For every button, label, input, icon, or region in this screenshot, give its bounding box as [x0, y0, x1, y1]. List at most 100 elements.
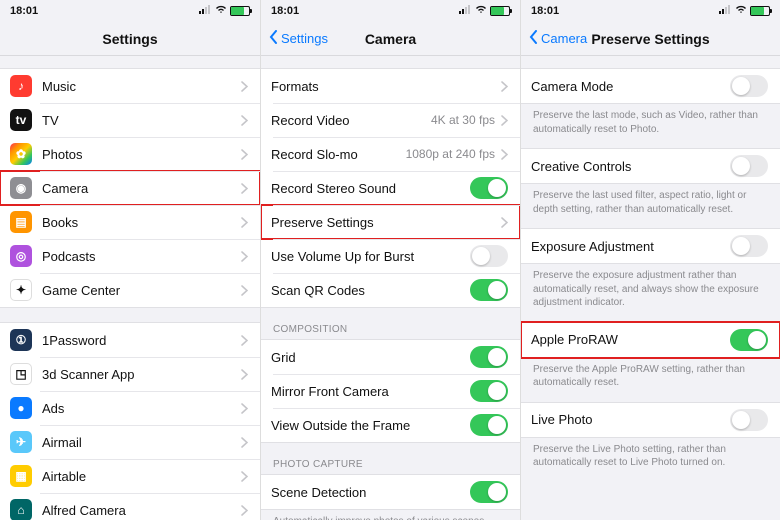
chevron-left-icon — [529, 30, 539, 47]
section-header-composition: COMPOSITION — [261, 308, 520, 339]
status-icons — [459, 5, 510, 17]
chevron-right-icon — [241, 285, 248, 296]
toggle-grid[interactable] — [470, 346, 508, 368]
chevron-right-icon — [501, 217, 508, 228]
app-icon: ① — [10, 329, 32, 351]
toggle-mirror-front-camera[interactable] — [470, 380, 508, 402]
row-label: Record Stereo Sound — [271, 181, 470, 196]
app-icon: ● — [10, 397, 32, 419]
settings-row-podcasts[interactable]: ◎Podcasts — [0, 239, 260, 273]
screen-preserve-settings: 18:01 Camera Preserve Settings Camera Mo… — [520, 0, 780, 520]
back-button[interactable]: Settings — [269, 30, 328, 47]
row-label: Use Volume Up for Burst — [271, 249, 470, 264]
settings-row-record-video[interactable]: Record Video4K at 30 fps — [261, 103, 520, 137]
row-label: Scan QR Codes — [271, 283, 470, 298]
toggle-camera-mode[interactable] — [730, 75, 768, 97]
row-label: Photos — [42, 147, 241, 162]
app-icon: ▤ — [10, 211, 32, 233]
row-label: Grid — [271, 350, 470, 365]
settings-row-tv[interactable]: tvTV — [0, 103, 260, 137]
settings-row-live-photo[interactable]: Live Photo — [521, 403, 780, 437]
settings-row-alfred-camera[interactable]: ⌂Alfred Camera — [0, 493, 260, 520]
preserve-settings-list[interactable]: Camera ModePreserve the last mode, such … — [521, 56, 780, 520]
nav-bar: Camera Preserve Settings — [521, 22, 780, 56]
cellular-icon — [719, 5, 732, 17]
settings-row-exposure-adjustment[interactable]: Exposure Adjustment — [521, 229, 780, 263]
settings-row-creative-controls[interactable]: Creative Controls — [521, 149, 780, 183]
row-detail: 4K at 30 fps — [431, 113, 495, 127]
toggle-view-outside-the-frame[interactable] — [470, 414, 508, 436]
chevron-right-icon — [241, 505, 248, 516]
settings-row-1password[interactable]: ① 1Password — [0, 323, 260, 357]
settings-row-camera-mode[interactable]: Camera Mode — [521, 69, 780, 103]
settings-row-airmail[interactable]: ✈Airmail — [0, 425, 260, 459]
cellular-icon — [459, 5, 472, 17]
toggle-apple-proraw[interactable] — [730, 329, 768, 351]
toggle-exposure-adjustment[interactable] — [730, 235, 768, 257]
chevron-right-icon — [241, 335, 248, 346]
chevron-left-icon — [269, 30, 279, 47]
settings-row-apple-proraw[interactable]: Apple ProRAW — [521, 323, 780, 357]
settings-row-preserve-settings[interactable]: Preserve Settings — [261, 205, 520, 239]
settings-row-ads[interactable]: ●Ads — [0, 391, 260, 425]
settings-row-use-volume-up-for-burst[interactable]: Use Volume Up for Burst — [261, 239, 520, 273]
toggle-use-volume-up-for-burst[interactable] — [470, 245, 508, 267]
status-icons — [199, 5, 250, 17]
settings-row-airtable[interactable]: ▦Airtable — [0, 459, 260, 493]
settings-row-view-outside-the-frame[interactable]: View Outside the Frame — [261, 408, 520, 442]
back-button[interactable]: Camera — [529, 30, 587, 47]
row-label: Alfred Camera — [42, 503, 241, 518]
settings-row-scene-detection[interactable]: Scene Detection — [261, 475, 520, 509]
app-icon: ◎ — [10, 245, 32, 267]
app-icon: ✿ — [10, 143, 32, 165]
settings-row-books[interactable]: ▤Books — [0, 205, 260, 239]
scene-detection-note: Automatically improve photos of various … — [261, 510, 520, 520]
settings-row-3d-scanner-app[interactable]: ◳3d Scanner App — [0, 357, 260, 391]
toggle-scene-detection[interactable] — [470, 481, 508, 503]
row-label: Camera — [42, 181, 241, 196]
section-header-photo-capture: PHOTO CAPTURE — [261, 443, 520, 474]
row-label: 1Password — [42, 333, 241, 348]
row-label: Live Photo — [531, 412, 730, 427]
status-bar: 18:01 — [521, 0, 780, 22]
row-label: Preserve Settings — [271, 215, 501, 230]
settings-row-mirror-front-camera[interactable]: Mirror Front Camera — [261, 374, 520, 408]
row-label: View Outside the Frame — [271, 418, 470, 433]
toggle-live-photo[interactable] — [730, 409, 768, 431]
screen-settings: 18:01 Settings ♪MusictvTV✿Photos◉Camera▤… — [0, 0, 260, 520]
page-title: Settings — [102, 31, 157, 47]
settings-row-record-slo-mo[interactable]: Record Slo-mo1080p at 240 fps — [261, 137, 520, 171]
chevron-right-icon — [241, 369, 248, 380]
battery-icon — [230, 6, 250, 16]
settings-row-game-center[interactable]: ✦Game Center — [0, 273, 260, 307]
battery-icon — [750, 6, 770, 16]
camera-settings-list[interactable]: FormatsRecord Video4K at 30 fpsRecord Sl… — [261, 56, 520, 520]
settings-row-scan-qr-codes[interactable]: Scan QR Codes — [261, 273, 520, 307]
status-icons — [719, 5, 770, 17]
app-icon: tv — [10, 109, 32, 131]
settings-row-music[interactable]: ♪Music — [0, 69, 260, 103]
wifi-icon — [475, 5, 487, 17]
row-note: Preserve the last used filter, aspect ra… — [521, 184, 780, 218]
wifi-icon — [215, 5, 227, 17]
chevron-right-icon — [241, 81, 248, 92]
status-bar: 18:01 — [0, 0, 260, 22]
toggle-scan-qr-codes[interactable] — [470, 279, 508, 301]
settings-row-photos[interactable]: ✿ Photos — [0, 137, 260, 171]
app-icon: ◳ — [10, 363, 32, 385]
row-label: Apple ProRAW — [531, 332, 730, 347]
toggle-creative-controls[interactable] — [730, 155, 768, 177]
settings-row-record-stereo-sound[interactable]: Record Stereo Sound — [261, 171, 520, 205]
row-label: Mirror Front Camera — [271, 384, 470, 399]
settings-list[interactable]: ♪MusictvTV ✿ Photos ◉Camera▤Books◎Podcasts✦… — [0, 56, 260, 520]
row-note: Preserve the last mode, such as Video, r… — [521, 104, 780, 138]
chevron-right-icon — [241, 183, 248, 194]
app-icon: ✈ — [10, 431, 32, 453]
toggle-record-stereo-sound[interactable] — [470, 177, 508, 199]
back-label: Camera — [541, 31, 587, 46]
settings-row-camera[interactable]: ◉Camera — [0, 171, 260, 205]
chevron-right-icon — [501, 149, 508, 160]
settings-row-formats[interactable]: Formats — [261, 69, 520, 103]
page-title: Preserve Settings — [591, 31, 709, 47]
settings-row-grid[interactable]: Grid — [261, 340, 520, 374]
